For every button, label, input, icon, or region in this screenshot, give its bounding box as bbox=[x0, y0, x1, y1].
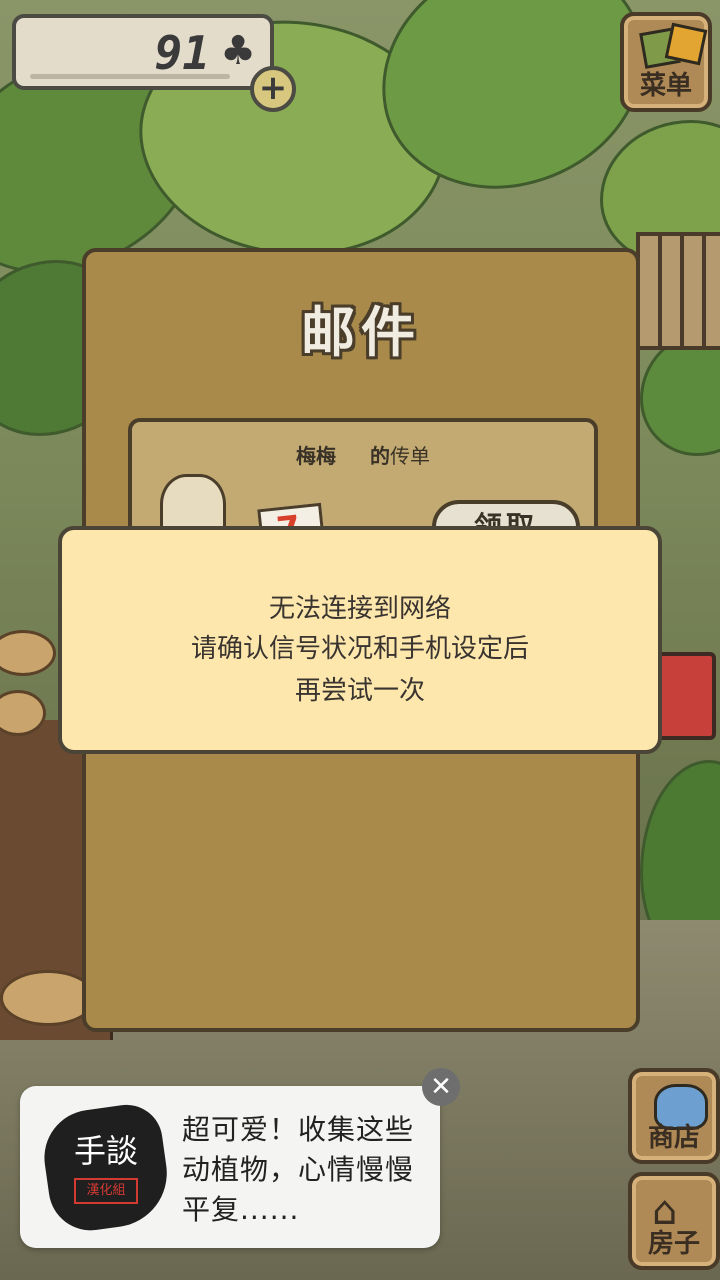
error-line-3: 再尝试一次 bbox=[294, 676, 425, 706]
network-error-dialog[interactable]: 无法连接到网络 请确认信号状况和手机设定后 再尝试一次 bbox=[58, 526, 662, 754]
cards-icon-back bbox=[664, 22, 708, 66]
add-clover-button[interactable]: + bbox=[250, 66, 296, 112]
ad-logo-subtitle: 漢化組 bbox=[74, 1178, 138, 1204]
clover-icon: ♣ bbox=[220, 28, 256, 74]
ad-logo: 手談 漢化組 bbox=[38, 1100, 174, 1236]
mail-sender-line: 梅梅 的传单 bbox=[132, 440, 594, 469]
shop-button[interactable]: 商店 bbox=[628, 1068, 720, 1164]
mail-suffix-bold: 的 bbox=[370, 444, 390, 468]
mail-sender: 梅梅 bbox=[296, 444, 336, 468]
house-button[interactable]: ⌂ 房子 bbox=[628, 1172, 720, 1270]
ad-banner[interactable]: 手談 漢化組 超可爱！收集这些动植物，心情慢慢平复...... bbox=[20, 1086, 440, 1248]
house-label: 房子 bbox=[647, 1229, 700, 1259]
error-line-2: 请确认信号状况和手机设定后 bbox=[190, 634, 529, 664]
ad-logo-title: 手談 bbox=[73, 1132, 138, 1170]
clover-count: 91 bbox=[154, 26, 210, 80]
mail-title: 邮件 bbox=[301, 301, 421, 364]
clover-counter: 91 ♣ bbox=[12, 14, 274, 90]
menu-label: 菜单 bbox=[639, 71, 692, 101]
menu-button[interactable]: 菜单 bbox=[620, 12, 712, 112]
ad-text: 超可爱！收集这些动植物，心情慢慢平复...... bbox=[182, 1113, 415, 1226]
close-ad-icon[interactable]: ✕ bbox=[422, 1068, 460, 1106]
mail-suffix: 传单 bbox=[390, 444, 430, 468]
error-line-1: 无法连接到网络 bbox=[268, 594, 451, 624]
counter-underline bbox=[30, 74, 230, 79]
shop-label: 商店 bbox=[647, 1123, 700, 1153]
